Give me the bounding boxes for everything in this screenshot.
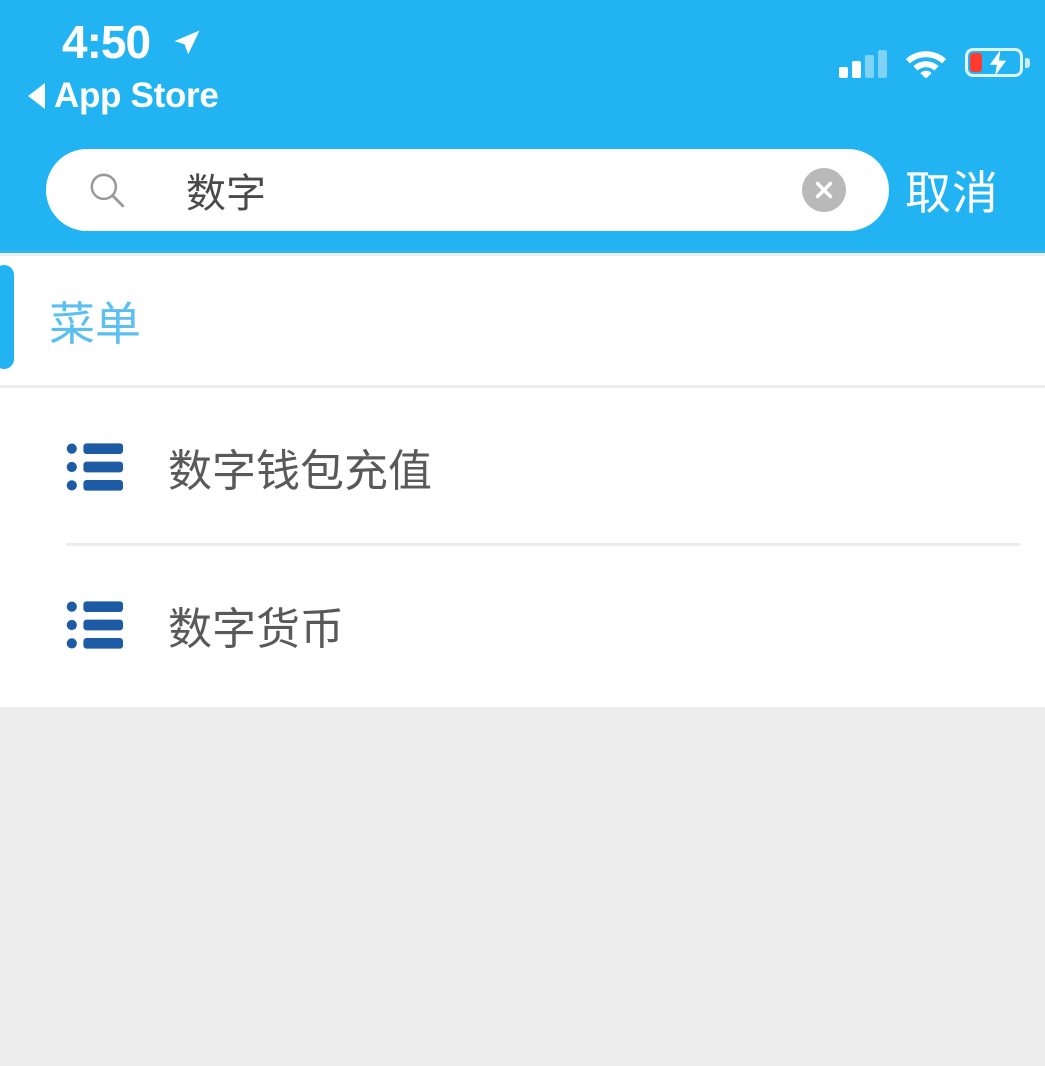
battery-charging-icon (965, 48, 1030, 78)
search-results-panel: 菜单 数字钱包充值 数字货币 (0, 256, 1045, 707)
back-triangle-icon (28, 82, 45, 109)
cancel-search-button[interactable]: 取消 (905, 149, 999, 231)
cellular-signal-icon (839, 50, 887, 78)
app-header: 4:50 App Store 数字 取消 (0, 0, 1045, 253)
clear-search-button[interactable] (802, 168, 846, 212)
list-item-label: 数字货币 (168, 605, 344, 654)
phone-screen: 4:50 App Store 数字 取消 菜单 数字钱包充值 数字货币 (0, 0, 1045, 1066)
section-title: 菜单 (49, 297, 141, 350)
search-input[interactable]: 数字 (46, 149, 889, 231)
search-icon (90, 173, 125, 208)
location-arrow-icon (174, 30, 200, 55)
search-value: 数字 (186, 172, 266, 216)
status-time: 4:50 (62, 16, 151, 68)
status-bar: 4:50 (0, 0, 1045, 85)
section-accent-bar (0, 265, 14, 369)
list-item-label: 数字钱包充值 (168, 447, 432, 496)
status-indicators (839, 48, 1030, 78)
list-item[interactable]: 数字钱包充值 (0, 388, 1045, 546)
bullet-list-icon (66, 601, 124, 649)
back-to-app-store-button[interactable]: App Store (28, 78, 219, 113)
close-icon (815, 181, 833, 199)
list-item[interactable]: 数字货币 (0, 546, 1045, 704)
back-label: App Store (54, 76, 219, 115)
section-header-menu: 菜单 (0, 256, 1045, 385)
bullet-list-icon (66, 443, 124, 491)
empty-area (0, 707, 1045, 1066)
charging-bolt-icon (989, 50, 1007, 76)
wifi-icon (905, 51, 947, 78)
search-row: 数字 取消 (0, 149, 1045, 237)
